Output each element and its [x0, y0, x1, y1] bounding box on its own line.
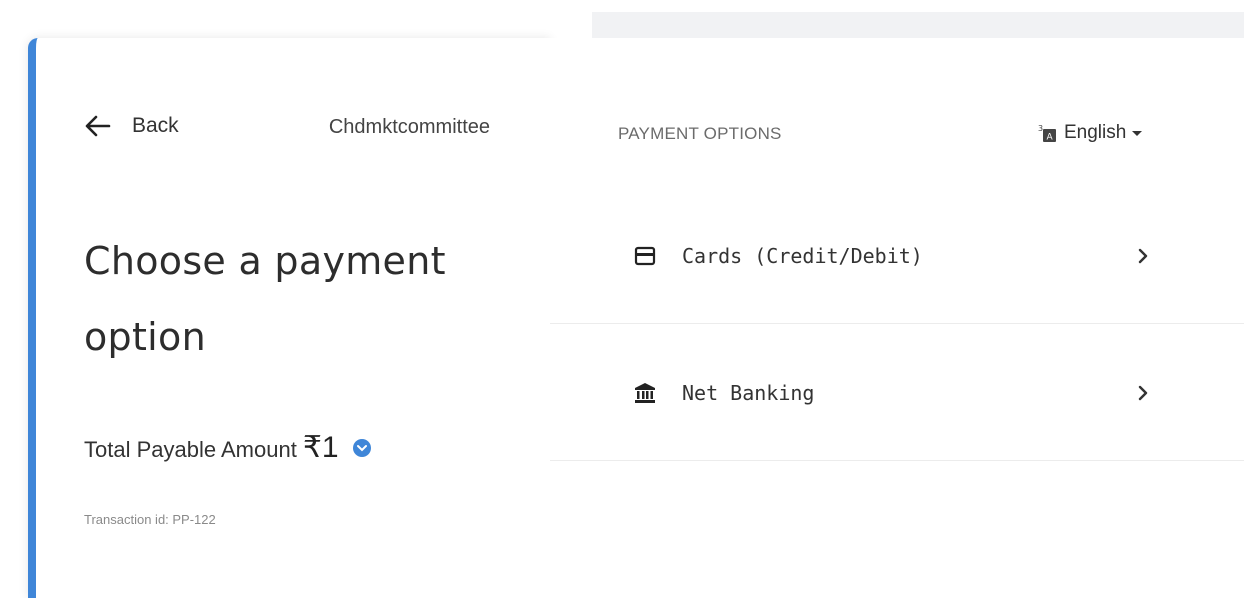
card-icon [634, 246, 656, 265]
merchant-name: Chdmktcommittee [328, 116, 490, 138]
amount-details-toggle[interactable] [352, 438, 371, 457]
payment-options-panel: PAYMENT OPTIONS 3 A English Cards (Credi… [550, 38, 1244, 598]
chevron-down-icon [356, 444, 367, 451]
option-label: Net Banking [682, 380, 815, 405]
back-button[interactable]: Back [84, 112, 179, 140]
arrow-left-icon [85, 115, 111, 137]
page-title: Choose a payment option [84, 239, 446, 359]
option-label: Cards (Credit/Debit) [682, 243, 923, 268]
svg-text:3: 3 [1038, 124, 1043, 133]
amount-label: Total Payable Amount [84, 437, 297, 462]
language-label: English [1064, 122, 1127, 143]
section-title: PAYMENT OPTIONS [618, 124, 782, 143]
amount-value: ₹1 [302, 431, 339, 464]
order-summary-panel: Back Chdmktcommittee Choose a payment op… [28, 38, 550, 598]
svg-text:A: A [1047, 133, 1054, 143]
translate-icon: 3 A [1038, 124, 1056, 143]
payment-option-cards[interactable]: Cards (Credit/Debit) [550, 188, 1244, 324]
payment-option-net-banking[interactable]: Net Banking [550, 325, 1244, 461]
bank-icon [635, 382, 655, 403]
back-label: Back [132, 114, 179, 137]
transaction-id: Transaction id: PP-122 [84, 512, 216, 527]
amount-row: Total Payable Amount ₹1 [84, 430, 371, 465]
chevron-right-icon [1138, 385, 1148, 400]
language-selector[interactable]: 3 A English [1036, 122, 1143, 144]
caret-down-icon [1132, 130, 1143, 136]
chevron-right-icon [1138, 248, 1148, 263]
